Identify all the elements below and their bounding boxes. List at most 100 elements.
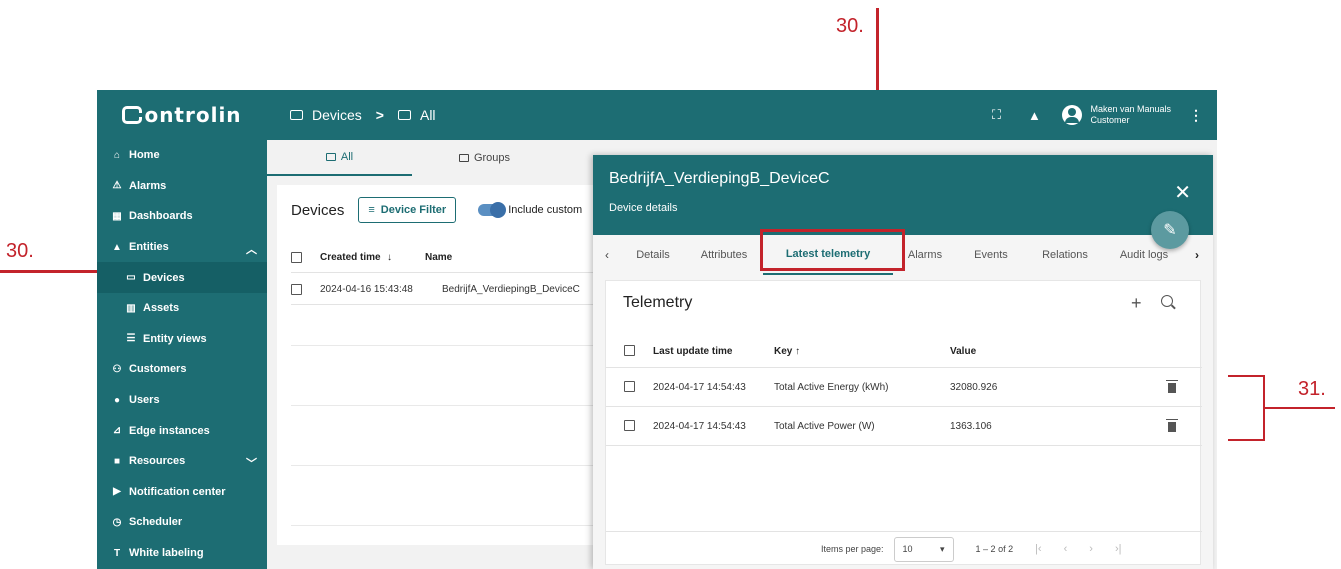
sidebar-item-label: White labeling: [129, 547, 204, 560]
logo: ontrolin: [97, 90, 267, 140]
tab-label: Alarms: [907, 249, 943, 261]
paginator: Items per page: 10 ▾ 1 – 2 of 2 |‹ ‹ › ›|: [606, 531, 1202, 566]
tab-audit-logs[interactable]: Audit logs: [1105, 235, 1183, 275]
device-filter-button[interactable]: ≡ Device Filter: [358, 197, 457, 223]
column-value[interactable]: Value: [950, 346, 1160, 357]
table-row[interactable]: 2024-04-17 14:54:43 Total Active Power (…: [606, 408, 1202, 446]
folder-icon: ■: [113, 455, 121, 467]
include-customer-toggle[interactable]: [478, 202, 507, 218]
more-menu-icon[interactable]: ⋮: [1189, 107, 1203, 124]
device-icon: [458, 154, 469, 162]
column-last-update-time[interactable]: Last update time: [653, 346, 774, 357]
warning-icon: ⚠: [112, 180, 122, 192]
top-right-controls: ⛶ ▲ Maken van Manuals Customer ⋮: [986, 90, 1217, 140]
entity-view-icon: ☰: [126, 333, 136, 345]
avatar[interactable]: [1062, 105, 1083, 125]
sidebar-item-alarms[interactable]: ⚠ Alarms: [97, 171, 267, 202]
user-icon: ●: [113, 394, 121, 406]
row-key: Total Active Energy (kWh): [774, 382, 889, 393]
user-name: Maken van Manuals: [1090, 104, 1171, 114]
device-icon: ▭: [126, 272, 136, 284]
delete-icon[interactable]: [1166, 418, 1178, 432]
column-key[interactable]: Key ↑: [774, 346, 950, 357]
next-page-icon[interactable]: ›: [1089, 543, 1093, 555]
device-tabs: All Groups: [267, 140, 597, 176]
row-value: 32080.926: [950, 382, 998, 393]
row-checkbox[interactable]: [291, 284, 302, 295]
tab-label: Audit logs: [1119, 249, 1169, 261]
tab-relations[interactable]: Relations: [1025, 235, 1105, 275]
row-checkbox[interactable]: [624, 380, 635, 392]
tab-events[interactable]: Events: [957, 235, 1025, 275]
sidebar-item-assets[interactable]: ▥ Assets: [97, 293, 267, 324]
first-page-icon[interactable]: |‹: [1035, 543, 1042, 555]
select-all-checkbox[interactable]: [624, 344, 635, 356]
devices-title: Devices: [291, 201, 345, 219]
column-key-label: Key: [774, 346, 793, 357]
select-all-checkbox[interactable]: [291, 252, 302, 263]
column-name[interactable]: Name: [425, 252, 452, 263]
sidebar-item-label: Assets: [143, 302, 180, 315]
sort-down-icon: ↓: [387, 252, 392, 263]
sidebar-item-label: Dashboards: [129, 210, 193, 223]
search-icon[interactable]: [1161, 295, 1173, 307]
delete-icon[interactable]: [1166, 379, 1178, 393]
table-row[interactable]: 2024-04-16 15:43:48 BedrijfA_VerdiepingB…: [291, 275, 637, 305]
tabs-scroll-right-icon[interactable]: ›: [1183, 248, 1211, 262]
sidebar-item-label: Resources: [129, 455, 186, 468]
user-info[interactable]: Maken van Manuals Customer: [1090, 104, 1171, 126]
table-row[interactable]: 2024-04-17 14:54:43 Total Active Energy …: [606, 369, 1202, 407]
tab-label: All: [340, 151, 354, 163]
panel-subtitle: Device details: [609, 202, 678, 214]
last-page-icon[interactable]: ›|: [1115, 543, 1122, 555]
annotation-highlight-box: [760, 229, 905, 271]
previous-page-icon[interactable]: ‹: [1064, 543, 1068, 555]
sidebar-item-customers[interactable]: ⚇ Customers: [97, 354, 267, 385]
tabs-scroll-left-icon[interactable]: ‹: [593, 248, 621, 262]
tab-attributes[interactable]: Attributes: [685, 235, 763, 275]
dropdown-icon: ▾: [940, 543, 945, 554]
add-icon[interactable]: +: [1131, 293, 1142, 314]
annotation-bracket-tick: [1263, 407, 1335, 409]
sidebar-item-label: Alarms: [129, 179, 167, 192]
sidebar-item-home[interactable]: ⌂ Home: [97, 140, 267, 171]
sidebar-item-notification-center[interactable]: ▶ Notification center: [97, 477, 267, 508]
sidebar-item-white-labeling[interactable]: T White labeling: [97, 538, 267, 569]
sidebar-item-label: Entity views: [143, 332, 207, 345]
annotation-bracket-top: [1228, 375, 1265, 377]
items-per-page-label: Items per page:: [821, 544, 884, 554]
fullscreen-icon[interactable]: ⛶: [986, 105, 1006, 125]
sidebar-item-users[interactable]: ● Users: [97, 385, 267, 416]
telemetry-table-header: Last update time Key ↑ Value: [606, 336, 1202, 368]
close-icon[interactable]: ✕: [1174, 180, 1191, 205]
row-value: 1363.106: [950, 421, 992, 432]
tab-label: Attributes: [700, 249, 748, 261]
sidebar-item-entity-views[interactable]: ☰ Entity views: [97, 324, 267, 355]
row-name: BedrijfA_VerdiepingB_DeviceC: [442, 284, 580, 295]
top-bar: ontrolin Devices > All ⛶ ▲ Maken van Man…: [97, 90, 1217, 140]
breadcrumb-separator: >: [375, 107, 384, 123]
row-checkbox[interactable]: [624, 419, 635, 431]
device-details-panel: BedrijfA_VerdiepingB_DeviceC Device deta…: [593, 155, 1213, 569]
sidebar-item-devices[interactable]: ▭ Devices: [97, 262, 267, 293]
annotation-label-left: 30.: [6, 240, 34, 262]
sidebar-item-edge-instances[interactable]: ⊿ Edge instances: [97, 415, 267, 446]
telemetry-card: Telemetry + Last update time Key ↑ Value…: [605, 280, 1202, 566]
sidebar-item-scheduler[interactable]: ◷ Scheduler: [97, 507, 267, 538]
bell-icon[interactable]: ▲: [1024, 105, 1044, 125]
app-window: ontrolin Devices > All ⛶ ▲ Maken van Man…: [97, 90, 1217, 569]
chevron-up-icon: ︿: [246, 243, 257, 256]
sidebar-item-resources[interactable]: ■ Resources ﹀: [97, 446, 267, 477]
sidebar-item-entities[interactable]: ▲ Entities ︿: [97, 232, 267, 263]
tab-all[interactable]: All: [267, 140, 412, 176]
home-icon: ⌂: [113, 149, 121, 161]
divider: [291, 345, 621, 346]
tab-groups[interactable]: Groups: [412, 140, 557, 176]
screenshot-stage: 30. 30. 31. ontrolin Devices > All ⛶ ▲ M…: [0, 0, 1341, 569]
items-per-page-select[interactable]: 10 ▾: [893, 536, 954, 562]
sidebar-item-dashboards[interactable]: ▦ Dashboards: [97, 201, 267, 232]
tab-label: Events: [974, 249, 1008, 261]
asset-icon: ▥: [126, 302, 136, 314]
tab-details[interactable]: Details: [621, 235, 685, 275]
breadcrumb-devices[interactable]: Devices: [312, 107, 362, 123]
